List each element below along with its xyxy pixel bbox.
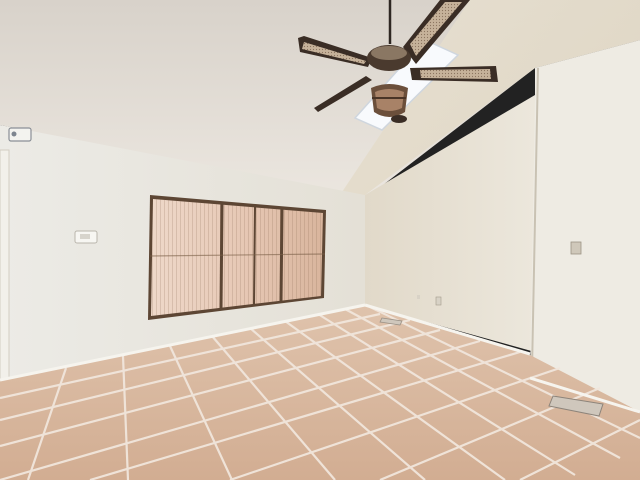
room-photo <box>0 0 640 480</box>
room-illustration <box>0 0 640 480</box>
wall-outlet-icon <box>435 296 442 306</box>
sensor-lens <box>11 131 17 137</box>
right-wall <box>530 40 640 412</box>
light-switch-icon <box>570 241 582 255</box>
thermostat-display <box>80 234 90 239</box>
wall-outlet-icon-2 <box>417 295 420 299</box>
door-frame <box>0 149 10 381</box>
